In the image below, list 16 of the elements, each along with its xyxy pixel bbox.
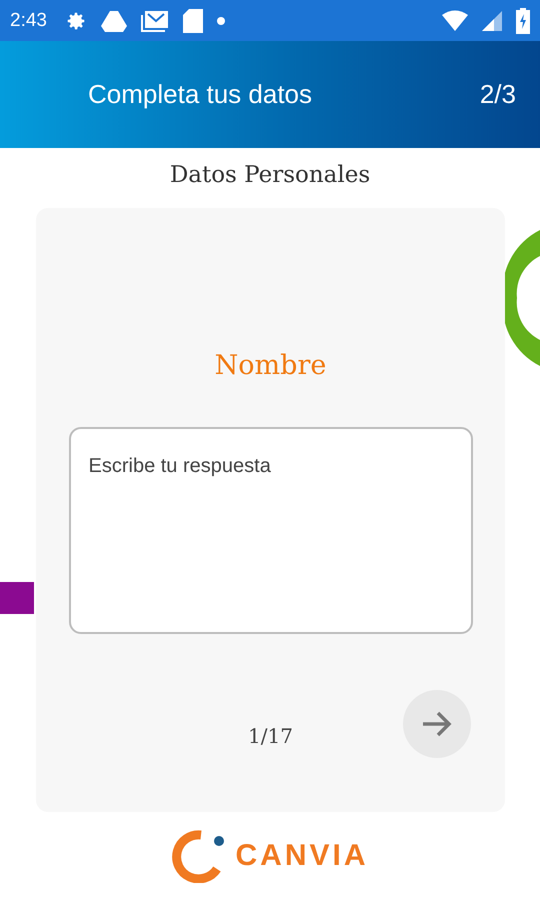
status-time: 2:43 [10, 10, 47, 32]
logo-text: CANVIA [235, 839, 368, 873]
question-counter: 1/17 [248, 724, 293, 748]
section-title: Datos Personales [170, 162, 370, 188]
sd-card-icon [182, 8, 203, 32]
answer-field[interactable]: Escribe tu respuesta [68, 427, 472, 634]
header-title: Completa tus datos [88, 79, 314, 110]
dot-icon [216, 16, 225, 24]
battery-icon [516, 8, 530, 34]
step-counter: 2/3 [480, 79, 516, 110]
question-label: Nombre [214, 350, 326, 381]
signal-icon [482, 10, 502, 30]
arrow-right-icon [421, 710, 453, 738]
bar-shape [0, 582, 34, 614]
wifi-icon [442, 10, 468, 32]
mail-icon [140, 10, 169, 32]
